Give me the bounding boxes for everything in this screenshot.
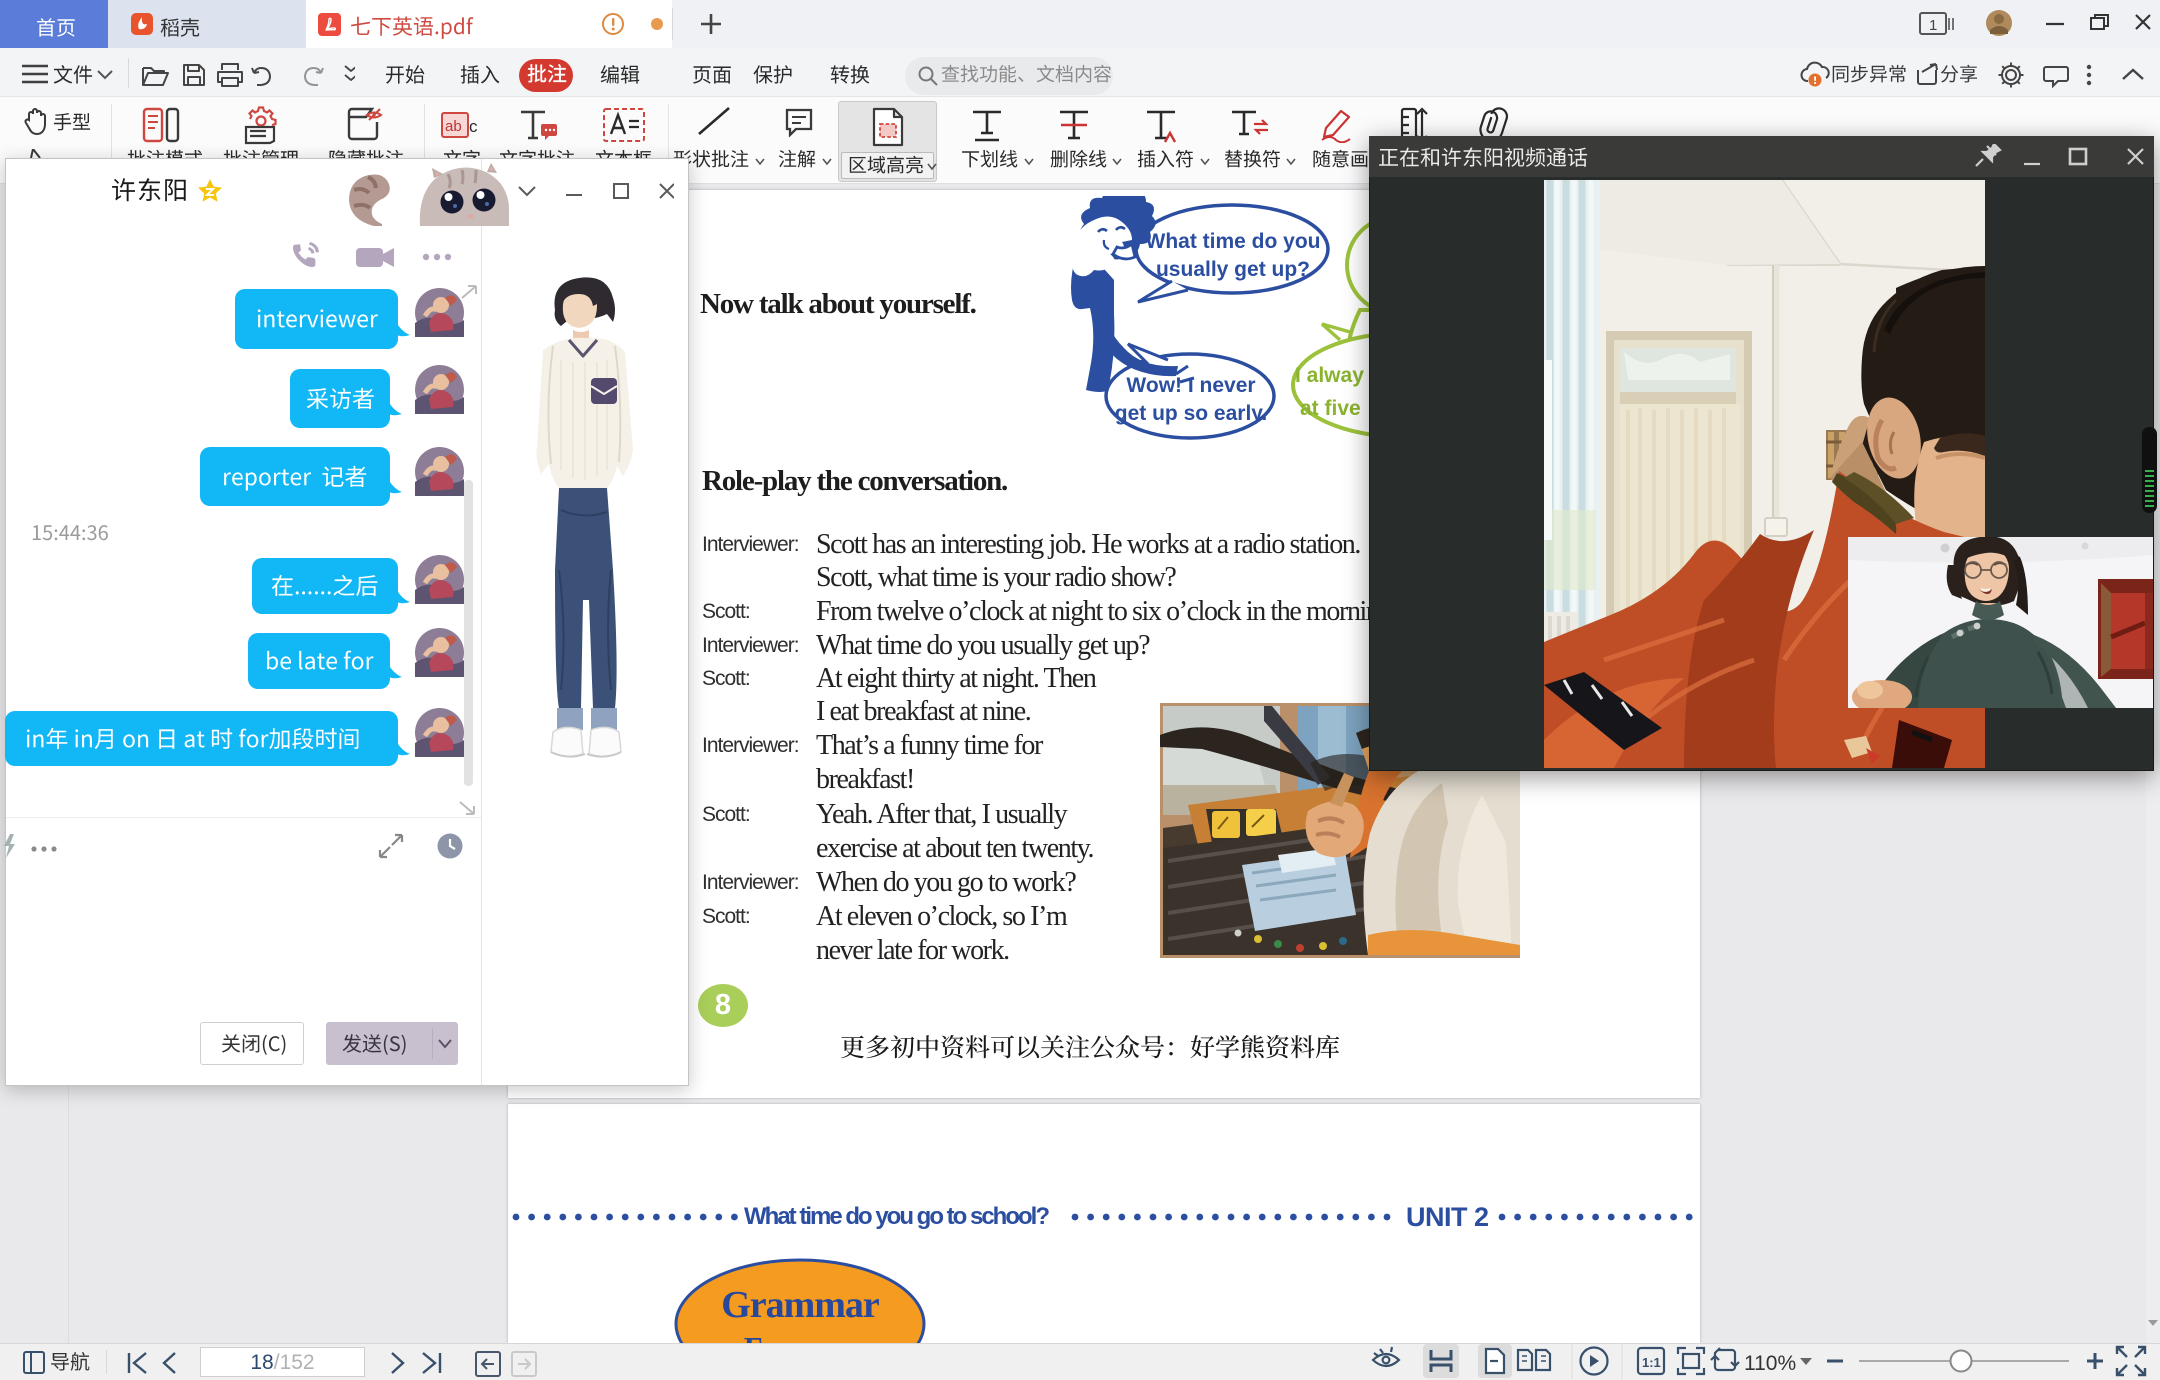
svg-text:1:1: 1:1 (1642, 1355, 1661, 1370)
